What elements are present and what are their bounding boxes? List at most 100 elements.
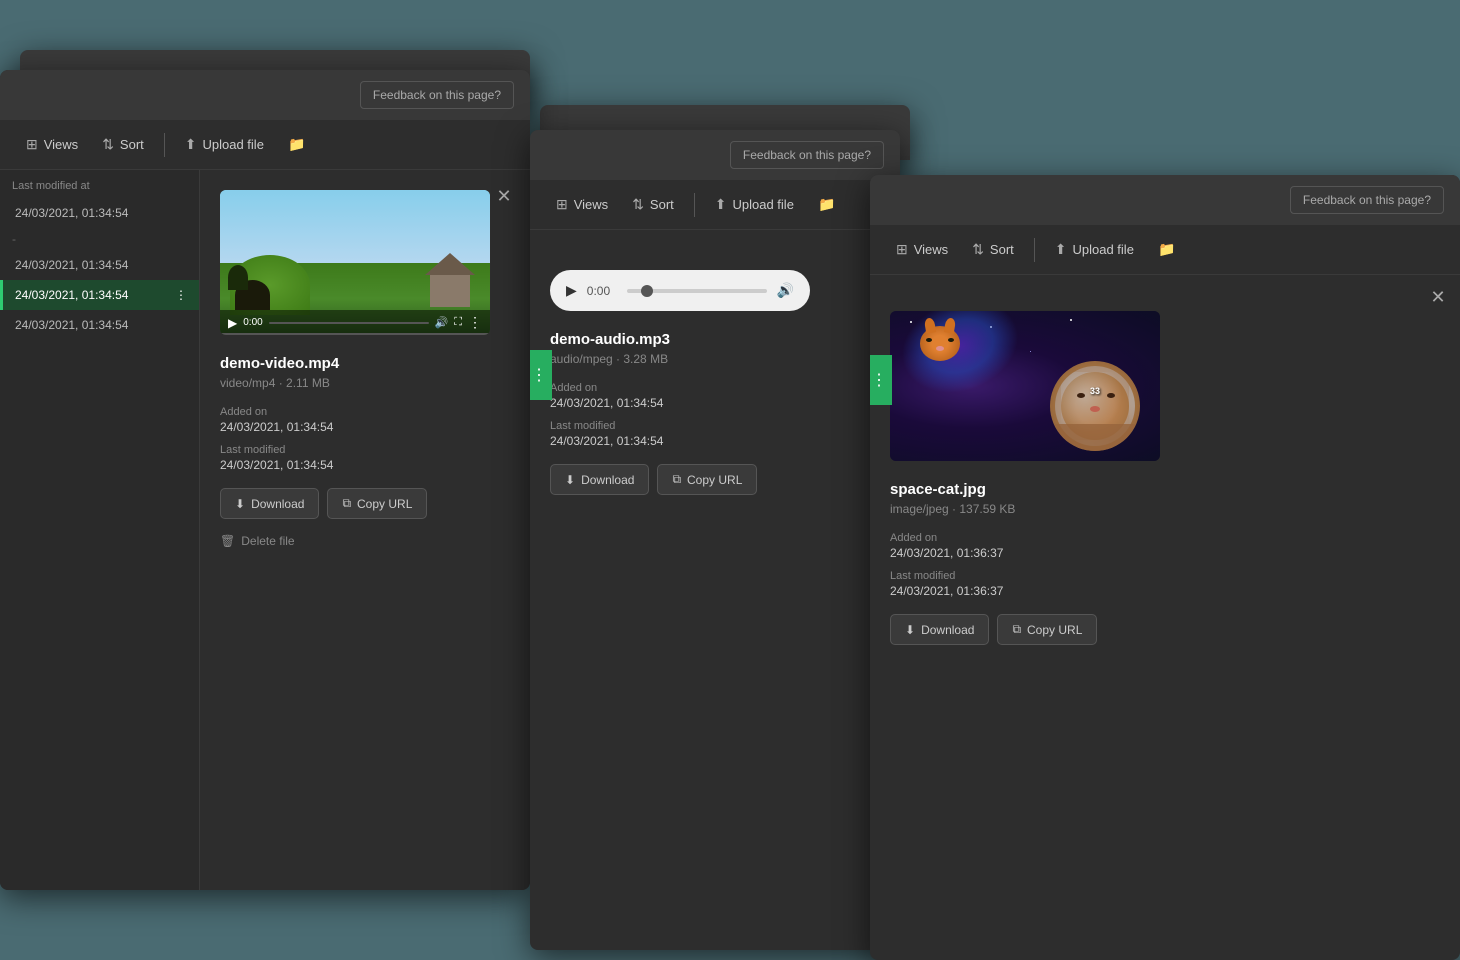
download-label-1: Download bbox=[251, 497, 304, 511]
views-button-2[interactable]: ⊞ Views bbox=[546, 190, 618, 219]
delete-label-1: Delete file bbox=[241, 534, 294, 548]
added-label-3: Added on bbox=[890, 532, 1440, 544]
sort-button-1[interactable]: ⇅ Sort bbox=[92, 130, 154, 159]
green-menu-icon-3: ⋮ bbox=[871, 370, 887, 390]
action-buttons-2: ⬇ Download ⧉ Copy URL bbox=[550, 464, 880, 495]
download-icon-2: ⬇ bbox=[565, 473, 575, 487]
new-folder-icon-1: 📁 bbox=[288, 136, 305, 153]
new-folder-icon-3: 📁 bbox=[1158, 241, 1175, 258]
sidebar-item-dash: - bbox=[0, 228, 199, 250]
sidebar-item-4-date: 24/03/2021, 01:34:54 bbox=[15, 288, 128, 302]
download-button-3[interactable]: ⬇ Download bbox=[890, 614, 989, 645]
upload-icon-1: ⬆ bbox=[185, 136, 197, 153]
modified-date-1: 24/03/2021, 01:34:54 bbox=[220, 458, 510, 472]
green-menu-icon-2: ⋮ bbox=[531, 365, 547, 385]
sidebar-item-3[interactable]: 24/03/2021, 01:34:54 bbox=[0, 250, 199, 280]
copy-url-button-1[interactable]: ⧉ Copy URL bbox=[327, 488, 427, 519]
upload-label-1: Upload file bbox=[203, 137, 264, 152]
video-volume-button-1[interactable]: 🔊 bbox=[435, 316, 449, 329]
feedback-button-2[interactable]: Feedback on this page? bbox=[730, 141, 884, 169]
video-fullscreen-button-1[interactable]: ⛶ bbox=[454, 316, 462, 329]
sidebar-item-3-date: 24/03/2021, 01:34:54 bbox=[15, 258, 128, 272]
close-button-3[interactable]: ✕ bbox=[1424, 283, 1452, 311]
copy-url-button-2[interactable]: ⧉ Copy URL bbox=[657, 464, 757, 495]
new-folder-button-3[interactable]: 📁 bbox=[1148, 235, 1185, 264]
window-1-header: Feedback on this page? bbox=[0, 70, 530, 120]
audio-play-button-2[interactable]: ▶ bbox=[566, 282, 577, 299]
feedback-button-1[interactable]: Feedback on this page? bbox=[360, 81, 514, 109]
views-label-3: Views bbox=[914, 242, 948, 257]
sort-icon-3: ⇅ bbox=[972, 241, 984, 258]
window-2-toolbar: ⊞ Views ⇅ Sort ⬆ Upload file 📁 bbox=[530, 180, 900, 230]
added-label-2: Added on bbox=[550, 382, 880, 394]
sort-label-2: Sort bbox=[650, 197, 674, 212]
views-label-2: Views bbox=[574, 197, 608, 212]
upload-label-3: Upload file bbox=[1073, 242, 1134, 257]
download-button-1[interactable]: ⬇ Download bbox=[220, 488, 319, 519]
new-folder-button-1[interactable]: 📁 bbox=[278, 130, 315, 159]
file-name-1: demo-video.mp4 bbox=[220, 355, 510, 372]
delete-icon-1: 🗑 bbox=[220, 534, 235, 548]
views-icon-1: ⊞ bbox=[26, 136, 38, 153]
upload-button-3[interactable]: ⬆ Upload file bbox=[1045, 235, 1144, 264]
action-buttons-1: ⬇ Download ⧉ Copy URL bbox=[220, 488, 510, 519]
sidebar-item-5-date: 24/03/2021, 01:34:54 bbox=[15, 318, 128, 332]
modified-label-1: Last modified bbox=[220, 444, 510, 456]
window-3: Feedback on this page? ⊞ Views ⇅ Sort ⬆ … bbox=[870, 175, 1460, 960]
modified-label-2: Last modified bbox=[550, 420, 880, 432]
audio-volume-button-2[interactable]: 🔊 bbox=[777, 282, 794, 299]
video-progress-1[interactable] bbox=[269, 322, 429, 324]
views-icon-3: ⊞ bbox=[896, 241, 908, 258]
copy-url-button-3[interactable]: ⧉ Copy URL bbox=[997, 614, 1097, 645]
audio-progress-2[interactable] bbox=[627, 289, 767, 293]
window-3-header: Feedback on this page? bbox=[870, 175, 1460, 225]
views-button-3[interactable]: ⊞ Views bbox=[886, 235, 958, 264]
copy-url-icon-3: ⧉ bbox=[1012, 622, 1021, 637]
close-button-1[interactable]: ✕ bbox=[490, 182, 518, 210]
sidebar-item-5[interactable]: 24/03/2021, 01:34:54 bbox=[0, 310, 199, 340]
audio-player-2: ▶ 0:00 🔊 bbox=[550, 270, 810, 311]
green-menu-tab-3[interactable]: ⋮ bbox=[870, 355, 892, 405]
window-2: Feedback on this page? ⊞ Views ⇅ Sort ⬆ … bbox=[530, 130, 900, 950]
audio-player-container-2: ▶ 0:00 🔊 bbox=[550, 270, 880, 311]
views-icon-2: ⊞ bbox=[556, 196, 568, 213]
video-more-button-1[interactable]: ⋮ bbox=[468, 314, 482, 331]
sidebar-item-1[interactable]: 24/03/2021, 01:34:54 bbox=[0, 198, 199, 228]
modified-label-3: Last modified bbox=[890, 570, 1440, 582]
green-menu-tab-2[interactable]: ⋮ bbox=[530, 350, 552, 400]
copy-url-icon-1: ⧉ bbox=[342, 496, 351, 511]
upload-button-2[interactable]: ⬆ Upload file bbox=[705, 190, 804, 219]
window-3-toolbar: ⊞ Views ⇅ Sort ⬆ Upload file 📁 bbox=[870, 225, 1460, 275]
video-controls-1: ▶ 0:00 🔊 ⛶ ⋮ bbox=[220, 310, 490, 335]
sidebar-item-4-active[interactable]: 24/03/2021, 01:34:54 ⋮ bbox=[0, 280, 199, 310]
image-preview-3: 33 bbox=[890, 311, 1160, 461]
sort-button-3[interactable]: ⇅ Sort bbox=[962, 235, 1024, 264]
modified-date-3: 24/03/2021, 01:36:37 bbox=[890, 584, 1440, 598]
views-label-1: Views bbox=[44, 137, 78, 152]
video-preview-1: ▶ 0:00 🔊 ⛶ ⋮ bbox=[220, 190, 490, 335]
sidebar-item-4-more[interactable]: ⋮ bbox=[175, 288, 187, 302]
delete-button-1[interactable]: 🗑 Delete file bbox=[220, 527, 295, 555]
views-button-1[interactable]: ⊞ Views bbox=[16, 130, 88, 159]
detail-panel-1: ✕ bbox=[200, 170, 530, 890]
video-time-1: 0:00 bbox=[243, 317, 262, 328]
added-date-1: 24/03/2021, 01:34:54 bbox=[220, 420, 510, 434]
video-play-button-1[interactable]: ▶ bbox=[228, 316, 237, 330]
download-button-2[interactable]: ⬇ Download bbox=[550, 464, 649, 495]
toolbar-divider-1 bbox=[164, 133, 165, 157]
modified-date-2: 24/03/2021, 01:34:54 bbox=[550, 434, 880, 448]
download-label-2: Download bbox=[581, 473, 634, 487]
file-meta-1: video/mp4 · 2.11 MB bbox=[220, 376, 510, 390]
feedback-button-3[interactable]: Feedback on this page? bbox=[1290, 186, 1444, 214]
toolbar-divider-3 bbox=[1034, 238, 1035, 262]
new-folder-button-2[interactable]: 📁 bbox=[808, 190, 845, 219]
download-icon-1: ⬇ bbox=[235, 497, 245, 511]
sidebar-header-1: Last modified at bbox=[0, 170, 199, 198]
upload-button-1[interactable]: ⬆ Upload file bbox=[175, 130, 274, 159]
window-2-content: ✕ ⋮ ▶ 0:00 🔊 demo-audio.mp3 audio/mpeg ·… bbox=[530, 230, 900, 515]
sort-button-2[interactable]: ⇅ Sort bbox=[622, 190, 684, 219]
upload-icon-3: ⬆ bbox=[1055, 241, 1067, 258]
copy-url-label-3: Copy URL bbox=[1027, 623, 1082, 637]
file-name-2: demo-audio.mp3 bbox=[550, 331, 880, 348]
sidebar-item-1-date: 24/03/2021, 01:34:54 bbox=[15, 206, 128, 220]
